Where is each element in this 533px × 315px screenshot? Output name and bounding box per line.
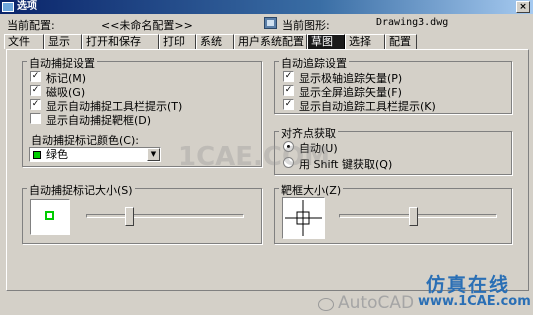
tab-display[interactable]: 显示 <box>44 34 82 49</box>
current-profile-label: 当前配置: <box>7 19 55 32</box>
checkbox-box[interactable]: ✓ <box>30 99 41 110</box>
brand-url: www.1CAE.com <box>418 294 531 309</box>
aperture-size-track[interactable] <box>339 214 497 218</box>
marker-size-track[interactable] <box>86 214 244 218</box>
brand-name: 仿真在线 <box>426 274 511 296</box>
tab-user-preferences[interactable]: 用户系统配置 <box>234 34 307 49</box>
app-icon <box>2 2 14 12</box>
tab-selection[interactable]: 选择 <box>345 34 385 49</box>
marker-color-select[interactable]: 绿色 ▼ <box>29 147 161 162</box>
checkbox-box[interactable] <box>30 113 41 124</box>
title-bar: 选项 × <box>0 0 533 14</box>
checkbox-label: 显示自动捕捉靶框(D) <box>46 114 152 127</box>
current-drawing-value: Drawing3.dwg <box>376 17 449 28</box>
color-value: 绿色 <box>46 148 68 161</box>
watermark-bottom-left: AutoCAD <box>338 293 415 313</box>
aperture-size-slider[interactable] <box>409 207 418 226</box>
marker-size-title: 自动捕捉标记大小(S) <box>27 182 135 198</box>
checkbox-box[interactable]: ✓ <box>283 99 294 110</box>
marker-preview <box>30 199 70 235</box>
tab-open-save[interactable]: 打开和保存 <box>82 34 159 49</box>
tab-system[interactable]: 系统 <box>196 34 234 49</box>
current-profile-value: <<未命名配置>> <box>101 19 193 32</box>
window-title: 选项 <box>17 1 37 12</box>
tab-profiles[interactable]: 配置 <box>385 34 417 49</box>
checkbox-box[interactable]: ✓ <box>30 85 41 96</box>
alignment-title: 对齐点获取 <box>279 125 338 141</box>
chevron-down-icon[interactable]: ▼ <box>147 148 160 161</box>
autotrack-title: 自动追踪设置 <box>279 55 349 71</box>
tab-drafting[interactable]: 草图 <box>307 34 345 49</box>
watermark-center: 1CAE.COM <box>178 142 330 172</box>
marker-square-icon <box>45 211 54 220</box>
aperture-crosshair-icon <box>285 200 322 236</box>
drawing-icon <box>264 17 277 29</box>
marker-size-slider[interactable] <box>125 207 134 226</box>
checkbox-box[interactable]: ✓ <box>30 71 41 82</box>
close-button[interactable]: × <box>516 1 530 13</box>
aperture-size-title: 靶框大小(Z) <box>279 182 344 198</box>
marker-color-label: 自动捕捉标记颜色(C): <box>31 134 139 147</box>
checkbox-box[interactable]: ✓ <box>283 85 294 96</box>
checkbox-label: 显示自动追踪工具栏提示(K) <box>299 100 436 113</box>
checkbox-box[interactable]: ✓ <box>283 71 294 82</box>
aperture-preview <box>282 197 325 239</box>
tab-plot[interactable]: 打印 <box>159 34 196 49</box>
autosnap-title: 自动捕捉设置 <box>27 55 97 71</box>
color-swatch <box>33 151 41 159</box>
wechat-icon <box>318 298 334 311</box>
current-drawing-label: 当前图形: <box>282 19 330 32</box>
tab-files[interactable]: 文件 <box>4 34 44 49</box>
